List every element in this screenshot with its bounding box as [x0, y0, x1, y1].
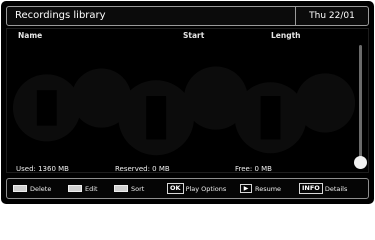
clock-display: Thu 22/01 06:20 — [295, 7, 368, 39]
resume-action[interactable]: ▶ Resume — [240, 183, 281, 194]
page-title: Recordings library — [15, 10, 106, 21]
play-icon: ▶ — [240, 184, 252, 193]
details-label: Details — [324, 184, 348, 193]
title-bar: Recordings library Thu 22/01 06:20 — [6, 6, 369, 39]
reserved-space-status: Reserved: 0 MB — [115, 165, 170, 173]
column-header-length[interactable]: Length — [271, 31, 301, 40]
sort-label: Sort — [131, 184, 145, 193]
delete-label: Delete — [30, 184, 52, 193]
column-header-name[interactable]: Name — [18, 31, 42, 40]
delete-action[interactable]: Delete — [13, 183, 51, 194]
edit-action[interactable]: Edit — [68, 183, 98, 194]
details-action[interactable]: INFO Details — [299, 183, 347, 194]
resume-label: Resume — [255, 184, 282, 193]
color-key-icon — [13, 185, 27, 192]
free-space-status: Free: 0 MB — [235, 165, 272, 173]
ok-key-icon: OK — [167, 183, 184, 194]
used-space-status: Used: 1360 MB — [16, 165, 69, 173]
recordings-list[interactable]: Name Start Length — [6, 28, 369, 173]
edit-label: Edit — [85, 184, 98, 193]
info-key-icon: INFO — [299, 183, 323, 194]
recordings-library-screen: Recordings library Thu 22/01 06:20 Name … — [1, 1, 374, 204]
color-key-icon — [114, 185, 128, 192]
play-options-action[interactable]: OK Play Options — [167, 183, 226, 194]
scrollbar-thumb[interactable] — [354, 156, 367, 169]
play-options-label: Play Options — [185, 184, 227, 193]
sort-action[interactable]: Sort — [114, 183, 144, 194]
key-legend-bar: Delete Edit Sort OK Play Options ▶ Resum… — [6, 178, 369, 199]
color-key-icon — [68, 185, 82, 192]
watermark-graphic — [12, 66, 356, 156]
column-header-start[interactable]: Start — [183, 31, 204, 40]
scrollbar-track[interactable] — [354, 45, 367, 169]
